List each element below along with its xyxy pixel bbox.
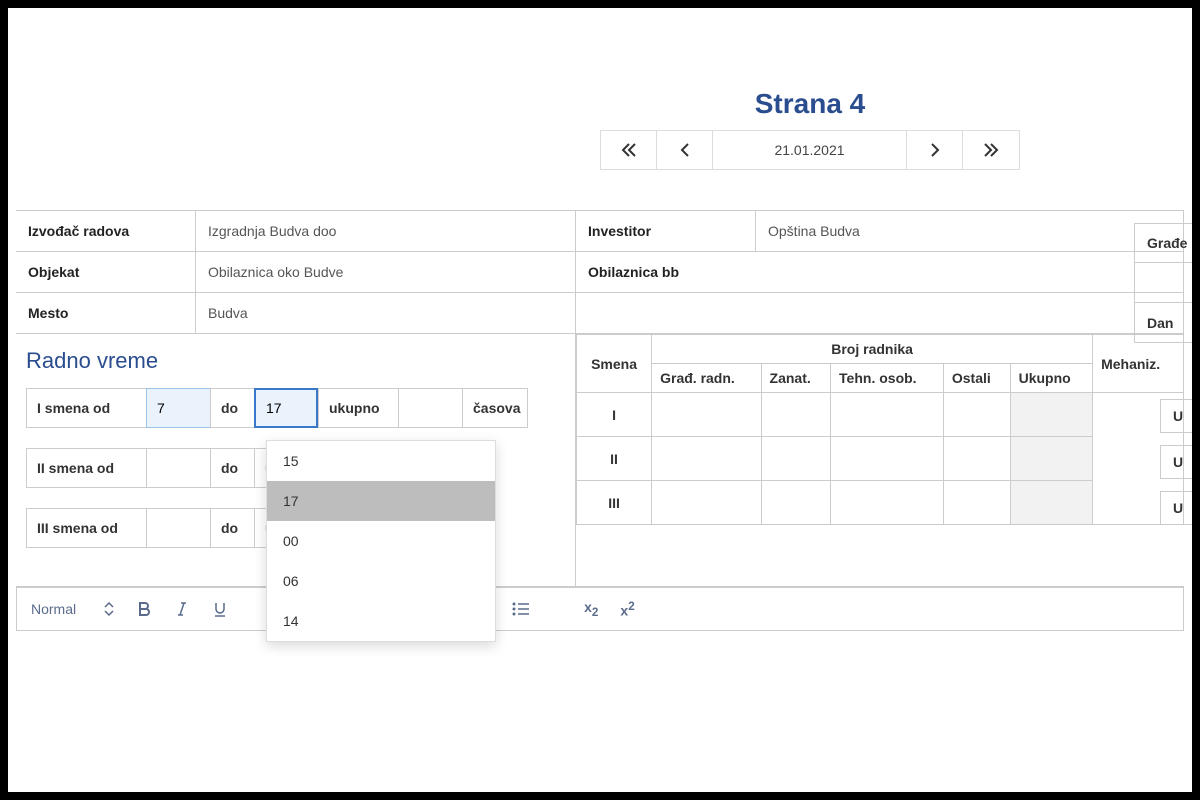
objekat-value: Obilaznica oko Budve <box>196 252 576 292</box>
shift1-total <box>398 388 462 428</box>
dropdown-option[interactable]: 14 <box>267 601 495 641</box>
mesto-value: Budva <box>196 293 576 333</box>
gradje-label: Građe <box>1134 223 1192 263</box>
izvodjac-label: Izvođač radova <box>16 211 196 251</box>
th-tehn: Tehn. osob. <box>831 364 944 393</box>
th-ostali: Os­tali <box>943 364 1010 393</box>
do-label-3: do <box>210 508 254 548</box>
th-ukupno: Ukupno <box>1010 364 1092 393</box>
cell[interactable] <box>831 437 944 481</box>
current-date[interactable]: 21.01.2021 <box>713 131 907 169</box>
cell[interactable] <box>943 437 1010 481</box>
th-broj-radnika: Broj radnika <box>652 335 1093 364</box>
radno-vreme-title: Radno vreme <box>26 348 565 374</box>
mesto-extra <box>576 293 1184 333</box>
shift2-label: II smena od <box>26 448 146 488</box>
cell-ukupno <box>1010 437 1092 481</box>
cell[interactable] <box>652 437 761 481</box>
nav-last-button[interactable] <box>963 131 1019 169</box>
page-title: Strana 4 <box>600 88 1020 120</box>
shift1-label: I smena od <box>26 388 146 428</box>
cell[interactable] <box>761 393 831 437</box>
u-button-3[interactable]: U <box>1160 491 1192 525</box>
shift2-from-input[interactable] <box>157 460 200 476</box>
th-zanat: Zanat. <box>761 364 831 393</box>
dan-label: Dan <box>1134 303 1192 343</box>
shift3-from-input[interactable] <box>157 520 200 536</box>
investitor-label: Investitor <box>576 211 756 251</box>
bold-icon[interactable] <box>136 601 152 617</box>
dropdown-option-selected[interactable]: 17 <box>267 481 495 521</box>
dropdown-option[interactable]: 06 <box>267 561 495 601</box>
list-bullet-icon[interactable] <box>512 601 530 617</box>
broj-radnika-table: Smena Broj radnika Mehaniz. Građ. radn. … <box>576 334 1184 525</box>
shift1-to-input[interactable] <box>266 400 306 416</box>
subscript-icon[interactable]: x2 <box>584 599 598 619</box>
cell[interactable] <box>652 481 761 525</box>
cell[interactable] <box>943 481 1010 525</box>
format-select[interactable]: Normal <box>31 601 114 617</box>
ukupno-label: ukupno <box>318 388 398 428</box>
cell[interactable] <box>831 393 944 437</box>
th-grad: Građ. radn. <box>652 364 761 393</box>
date-nav: 21.01.2021 <box>600 130 1020 170</box>
superscript-icon[interactable]: x2 <box>620 600 634 619</box>
dropdown-option[interactable]: 15 <box>267 441 495 481</box>
th-smena: Smena <box>577 335 652 393</box>
mesto-label: Mesto <box>16 293 196 333</box>
cell[interactable] <box>831 481 944 525</box>
row-smena-2: II <box>577 437 652 481</box>
shift-row-1: I smena od do ukupno časova <box>26 388 565 428</box>
investitor-value: Opština Budva <box>756 211 1184 251</box>
gradje-empty <box>1134 263 1192 303</box>
u-button-2[interactable]: U <box>1160 445 1192 479</box>
do-label: do <box>210 388 254 428</box>
nav-prev-button[interactable] <box>657 131 713 169</box>
cell[interactable] <box>652 393 761 437</box>
row-smena-1: I <box>577 393 652 437</box>
shift3-label: III smena od <box>26 508 146 548</box>
nav-first-button[interactable] <box>601 131 657 169</box>
underline-icon[interactable] <box>212 601 228 617</box>
shift1-from-input[interactable] <box>157 400 200 416</box>
izvodjac-value: Izgradnja Budva doo <box>196 211 576 251</box>
cell[interactable] <box>943 393 1010 437</box>
u-button-1[interactable]: U <box>1160 399 1192 433</box>
cell[interactable] <box>761 437 831 481</box>
time-dropdown[interactable]: 15 17 00 06 14 <box>266 440 496 642</box>
italic-icon[interactable] <box>174 601 190 617</box>
cell-ukupno <box>1010 481 1092 525</box>
objekat-label: Objekat <box>16 252 196 292</box>
objekat-addr: Obilaznica bb <box>576 252 1184 292</box>
nav-next-button[interactable] <box>907 131 963 169</box>
do-label-2: do <box>210 448 254 488</box>
editor-toolbar: Normal x2 x2 <box>16 587 1184 631</box>
cell[interactable] <box>761 481 831 525</box>
cell-ukupno <box>1010 393 1092 437</box>
row-smena-3: III <box>577 481 652 525</box>
dropdown-option[interactable]: 00 <box>267 521 495 561</box>
format-select-label: Normal <box>31 601 76 617</box>
casova-label: časova <box>462 388 528 428</box>
